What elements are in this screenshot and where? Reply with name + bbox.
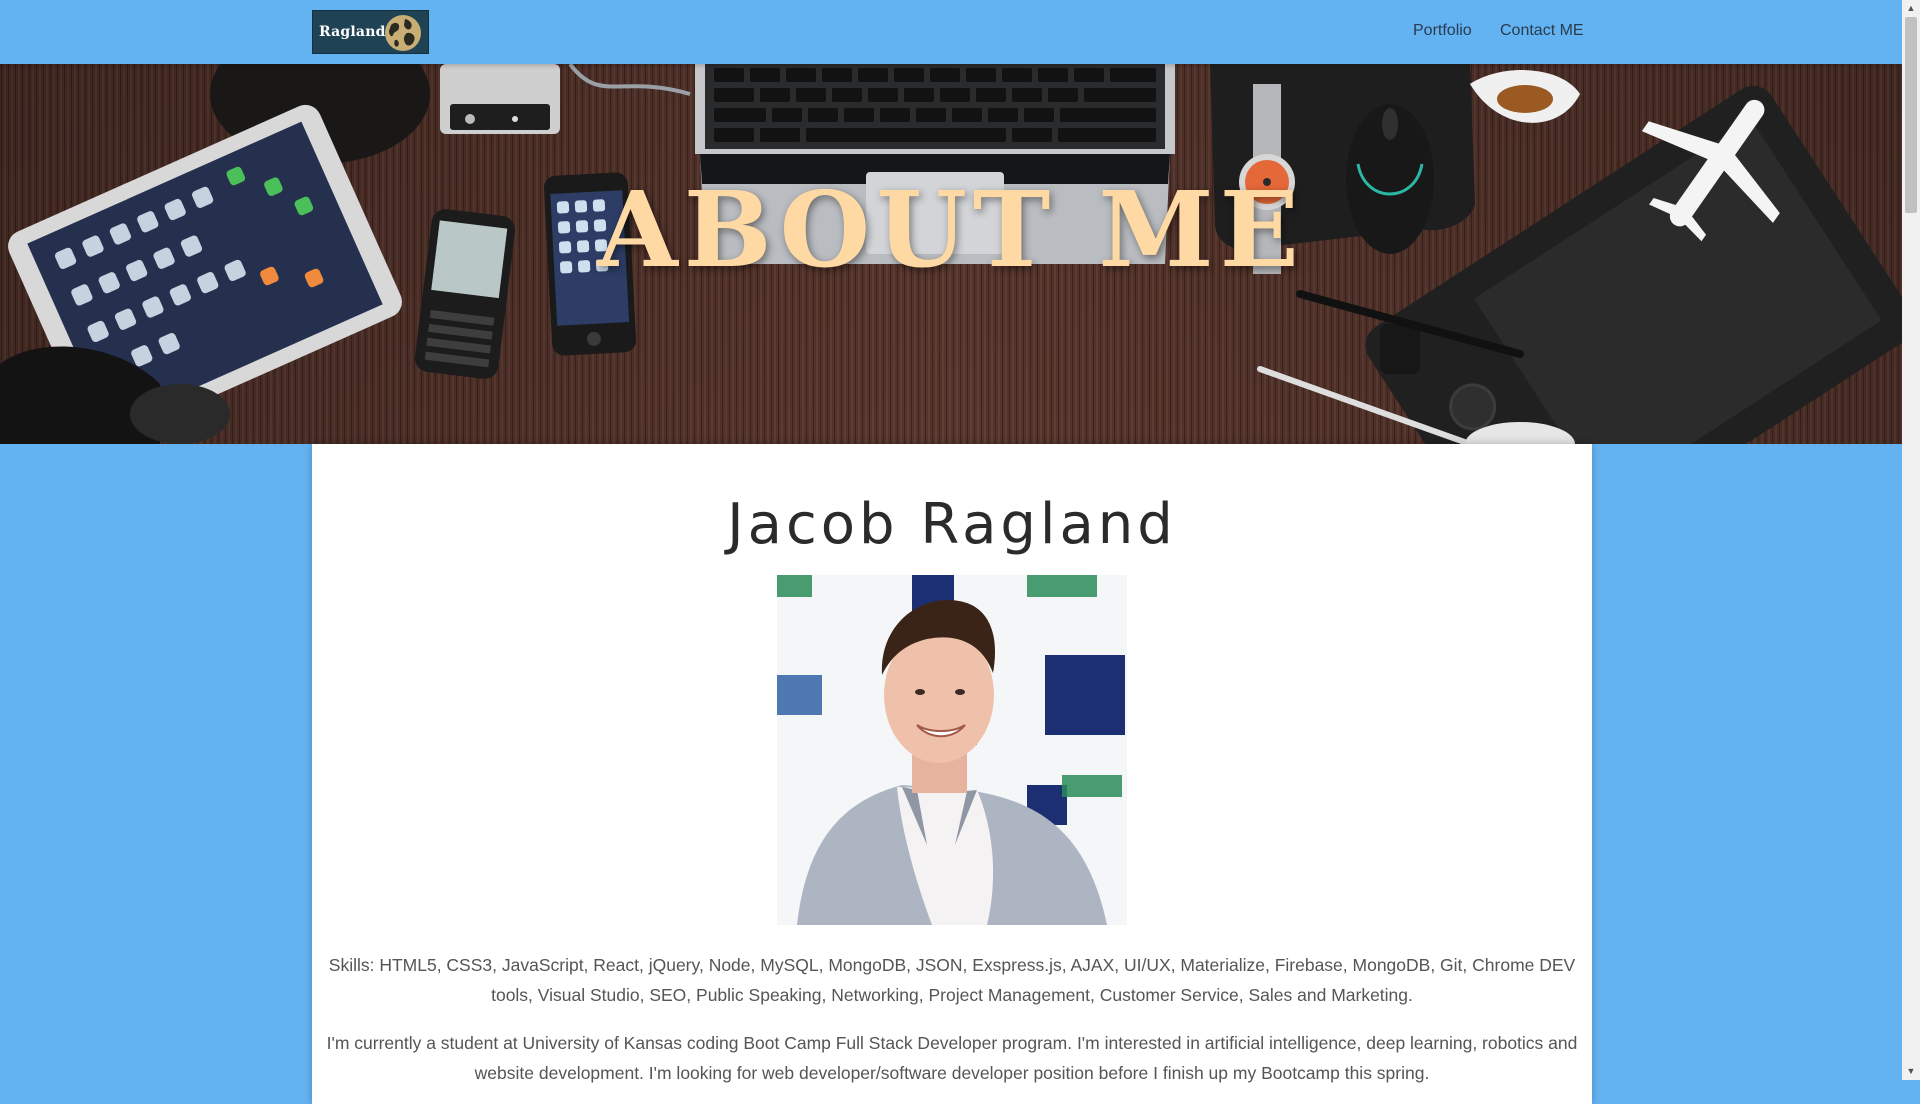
hero-banner: ABOUT ME [0,64,1902,444]
skills-text: Skills: HTML5, CSS3, JavaScript, React, … [328,955,1576,1005]
hero-title: ABOUT ME [597,168,1305,291]
scrollbar-thumb[interactable] [1905,17,1917,213]
person-name: Jacob Ragland [727,492,1177,557]
navbar: Ragland Portfolio Contact ME [0,0,1902,64]
vertical-scrollbar[interactable]: ▲ ▼ [1902,0,1920,1080]
bio-text: I'm currently a student at University of… [326,1033,1578,1083]
chevron-down-icon[interactable]: ▼ [1902,1063,1920,1080]
site-logo[interactable]: Ragland [312,10,429,54]
nav-link-contact[interactable]: Contact ME [1500,22,1584,40]
globe-icon [385,15,421,51]
profile-photo [777,575,1127,925]
chevron-up-icon[interactable]: ▲ [1902,0,1920,17]
about-card: Jacob Ragland Skills: HTML5, CSS3, JavaS… [312,444,1592,1104]
nav-link-portfolio[interactable]: Portfolio [1413,22,1472,40]
logo-text: Ragland [319,24,386,40]
